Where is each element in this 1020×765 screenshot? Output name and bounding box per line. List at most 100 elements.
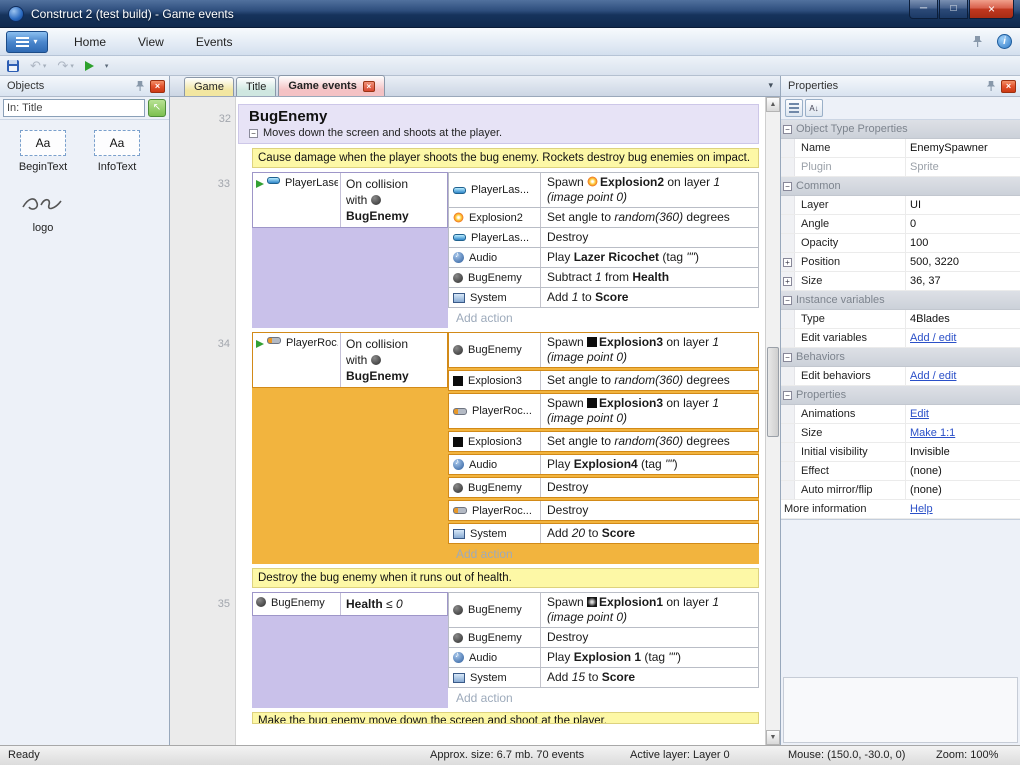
property-row[interactable]: + Position 500, 3220 xyxy=(781,253,1020,272)
condition-cell[interactable]: PlayerLaser On collision with BugEnemy xyxy=(252,172,448,228)
event-block-35[interactable]: 35 BugEnemy Health ≤ 0 BugEnemy Spawn Explos… xyxy=(218,592,759,708)
comment-block[interactable]: Destroy the bug enemy when it runs out o… xyxy=(252,568,759,588)
property-row[interactable]: Effect (none) xyxy=(781,462,1020,481)
pin-icon[interactable] xyxy=(972,35,983,48)
add-action-link[interactable]: Add action xyxy=(448,308,759,328)
sort-alphabetical-icon[interactable]: A↓ xyxy=(805,99,823,117)
undo-button[interactable]: ↶ ▾ xyxy=(30,59,46,72)
close-tab-button[interactable]: × xyxy=(362,80,375,92)
property-row[interactable]: Edit behaviors Add / edit xyxy=(781,367,1020,386)
ribbon-tab-view[interactable]: View xyxy=(122,30,180,54)
action-row[interactable]: System Add 15 to Score xyxy=(448,667,759,688)
action-row[interactable]: PlayerLas... Destroy xyxy=(448,227,759,248)
tab-game-events[interactable]: Game events × xyxy=(278,75,385,96)
condition-cell[interactable]: BugEnemy Health ≤ 0 xyxy=(252,592,448,616)
expand-row-button[interactable]: + xyxy=(783,257,792,267)
property-row[interactable]: Type 4Blades xyxy=(781,310,1020,329)
property-row[interactable]: Auto mirror/flip (none) xyxy=(781,481,1020,500)
scrollbar-thumb[interactable] xyxy=(767,347,779,437)
scroll-up-button[interactable]: ▲ xyxy=(766,97,780,112)
close-panel-button[interactable]: × xyxy=(1001,79,1016,93)
info-icon[interactable]: i xyxy=(997,34,1012,49)
property-category[interactable]: − Object Type Properties xyxy=(781,120,1020,139)
property-row[interactable]: Initial visibility Invisible xyxy=(781,443,1020,462)
expand-row-button[interactable]: + xyxy=(783,276,792,286)
save-button[interactable] xyxy=(7,59,19,72)
categorized-view-icon[interactable] xyxy=(785,99,803,117)
action-row[interactable]: PlayerRoc... Destroy xyxy=(448,500,759,521)
action-row[interactable]: Audio Play Explosion4 (tag "") xyxy=(448,454,759,475)
run-button[interactable] xyxy=(84,60,94,71)
action-row[interactable]: BugEnemy Destroy xyxy=(448,477,759,498)
action-row[interactable]: Audio Play Explosion 1 (tag "") xyxy=(448,647,759,668)
property-link[interactable]: Add / edit xyxy=(910,370,956,382)
more-information-row[interactable]: More information Help xyxy=(781,500,1020,519)
action-row[interactable]: Audio Play Lazer Ricochet (tag "") xyxy=(448,247,759,268)
add-action-link[interactable]: Add action xyxy=(448,688,759,708)
collapse-category-button[interactable]: − xyxy=(783,352,792,362)
action-row[interactable]: Explosion3 Set angle to random(360) degre… xyxy=(448,431,759,452)
property-row[interactable]: Edit variables Add / edit xyxy=(781,329,1020,348)
property-row[interactable]: + Size 36, 37 xyxy=(781,272,1020,291)
action-row[interactable]: PlayerRoc... Spawn Explosion3 on layer 1(… xyxy=(448,393,759,429)
condition-cell[interactable]: PlayerRoc... On collisionwith BugEnemy xyxy=(252,332,448,388)
property-row[interactable]: Size Make 1:1 xyxy=(781,424,1020,443)
property-category[interactable]: − Behaviors xyxy=(781,348,1020,367)
redo-button[interactable]: ↷ ▾ xyxy=(57,59,73,72)
tab-list-dropdown-icon[interactable]: ▾ xyxy=(768,80,773,91)
comment-block[interactable]: Make the bug enemy move down the screen … xyxy=(252,712,759,724)
property-link[interactable]: Make 1:1 xyxy=(910,427,955,439)
object-item-infotext[interactable]: Aa InfoText xyxy=(80,130,154,173)
pin-icon[interactable] xyxy=(986,80,996,92)
action-row[interactable]: PlayerLas... Spawn Explosion2 on layer 1(… xyxy=(448,172,759,208)
property-category[interactable]: − Properties xyxy=(781,386,1020,405)
maximize-button[interactable]: □ xyxy=(939,0,968,19)
minimize-button[interactable]: ─ xyxy=(909,0,938,19)
collapse-group-button[interactable]: − xyxy=(249,128,258,138)
event-block-33[interactable]: 33 PlayerLaser On collision with BugEnemy Pl… xyxy=(218,172,759,328)
action-row[interactable]: BugEnemy Spawn Explosion1 on layer 1 (imag… xyxy=(448,592,759,628)
property-link[interactable]: Edit xyxy=(910,408,929,420)
close-panel-button[interactable]: × xyxy=(150,79,165,93)
event-sheet[interactable]: 32 BugEnemy − Moves down the screen and sho… xyxy=(170,97,780,745)
scroll-down-button[interactable]: ▼ xyxy=(766,730,780,745)
property-row[interactable]: Animations Edit xyxy=(781,405,1020,424)
go-up-button[interactable]: ↖ xyxy=(148,99,166,117)
comment-block[interactable]: Cause damage when the player shoots the … xyxy=(252,148,759,168)
collapse-category-button[interactable]: − xyxy=(783,181,792,191)
customize-button[interactable]: ▾ xyxy=(105,62,109,70)
property-link[interactable]: Add / edit xyxy=(910,332,956,344)
property-row[interactable]: Layer UI xyxy=(781,196,1020,215)
collapse-category-button[interactable]: − xyxy=(783,124,792,134)
action-row[interactable]: System Add 1 to Score xyxy=(448,287,759,308)
vertical-scrollbar[interactable]: ▲ ▼ xyxy=(765,97,780,745)
main-menu-button[interactable]: ▾ xyxy=(6,30,48,53)
help-link[interactable]: Help xyxy=(910,503,933,515)
action-row[interactable]: Explosion2 Set angle to random(360) degre… xyxy=(448,207,759,228)
action-row[interactable]: Explosion3 Set angle to random(360) degre… xyxy=(448,370,759,391)
collapse-category-button[interactable]: − xyxy=(783,390,792,400)
property-row[interactable]: Angle 0 xyxy=(781,215,1020,234)
add-action-link[interactable]: Add action xyxy=(448,544,759,564)
titlebar[interactable]: Construct 2 (test build) - Game events ─… xyxy=(0,0,1020,28)
tab-title[interactable]: Title xyxy=(235,77,277,96)
tab-game[interactable]: Game xyxy=(184,77,234,96)
objects-filter-input[interactable] xyxy=(3,99,145,117)
property-row[interactable]: Name EnemySpawner xyxy=(781,139,1020,158)
event-block-34[interactable]: 34 PlayerRoc... On collisionwith BugEnemy B… xyxy=(218,332,759,564)
action-row[interactable]: BugEnemy Spawn Explosion3 on layer 1 (imag… xyxy=(448,332,759,368)
close-button[interactable]: × xyxy=(969,0,1014,19)
group-header[interactable]: 32 BugEnemy − Moves down the screen and sho… xyxy=(219,104,759,144)
action-row[interactable]: BugEnemy Subtract 1 from Health xyxy=(448,267,759,288)
ribbon-tab-home[interactable]: Home xyxy=(58,30,122,54)
object-item-begintext[interactable]: Aa BeginText xyxy=(6,130,80,173)
object-item-logo[interactable]: logo xyxy=(6,191,80,234)
action-row[interactable]: System Add 20 to Score xyxy=(448,523,759,544)
pin-icon[interactable] xyxy=(135,80,145,92)
property-row[interactable]: Plugin Sprite xyxy=(781,158,1020,177)
property-category[interactable]: − Instance variables xyxy=(781,291,1020,310)
ribbon-tab-events[interactable]: Events xyxy=(180,30,249,54)
property-category[interactable]: − Common xyxy=(781,177,1020,196)
property-row[interactable]: Opacity 100 xyxy=(781,234,1020,253)
collapse-category-button[interactable]: − xyxy=(783,295,792,305)
